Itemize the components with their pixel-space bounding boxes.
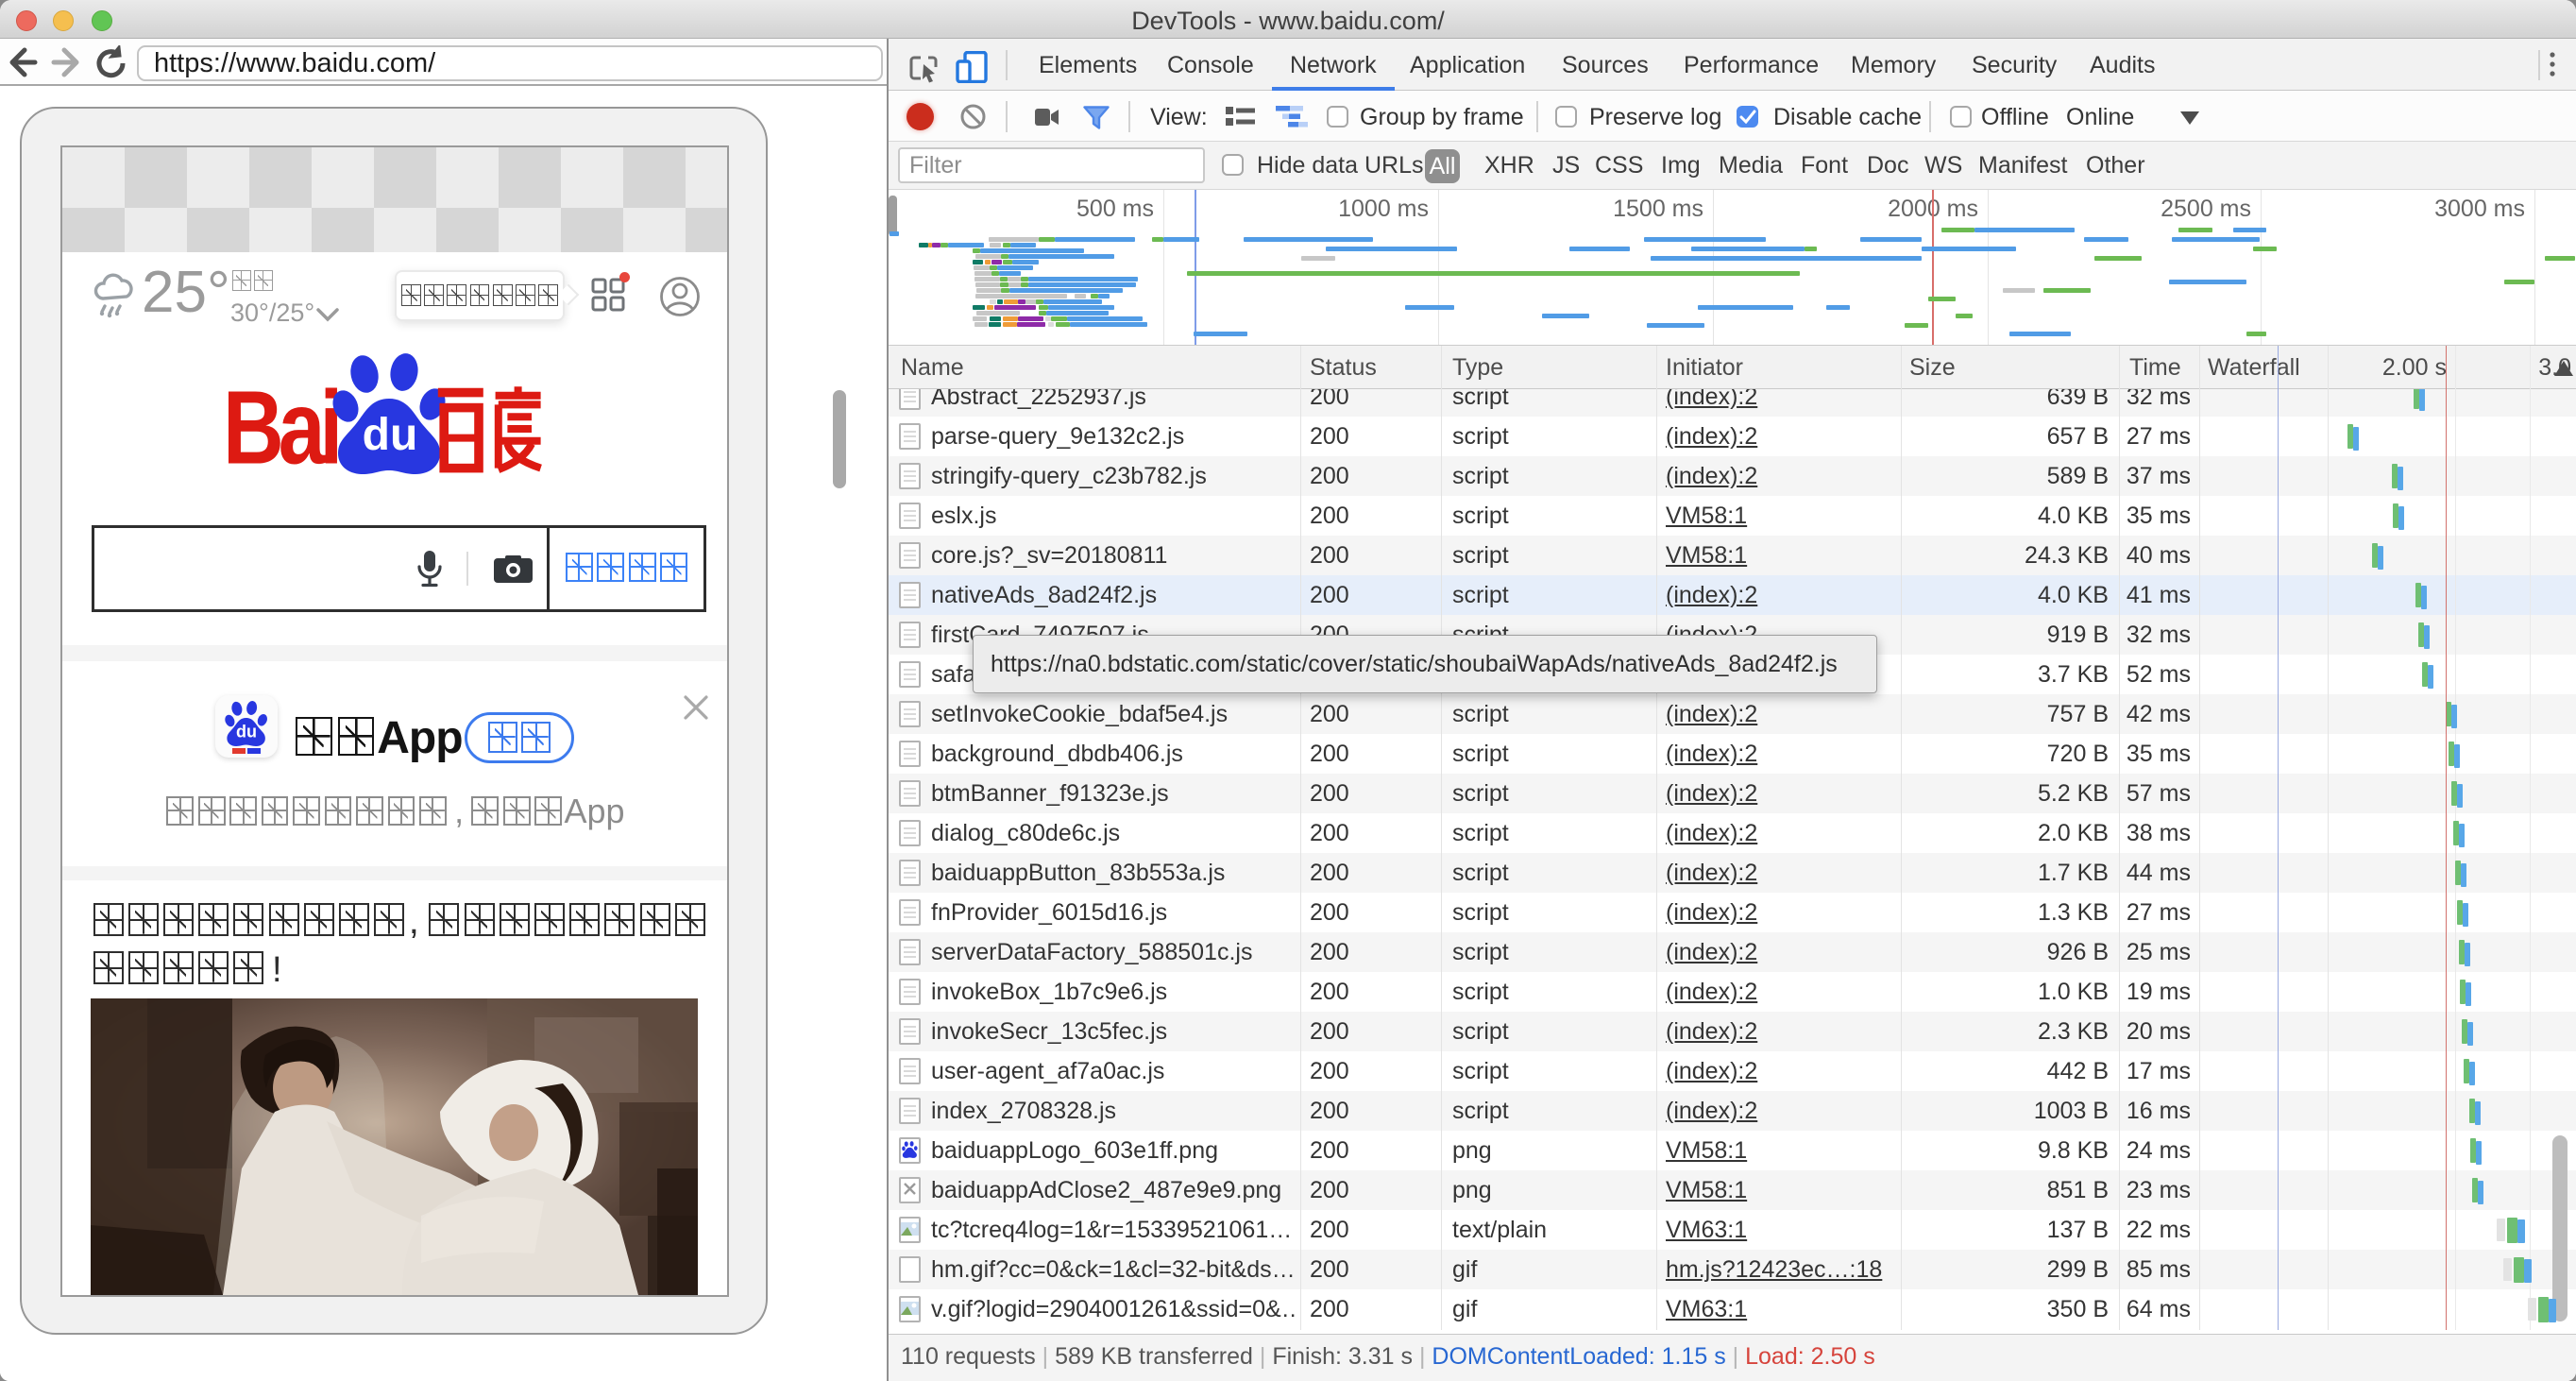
svg-text:du: du [363,410,418,460]
svg-text:du: du [236,722,257,741]
